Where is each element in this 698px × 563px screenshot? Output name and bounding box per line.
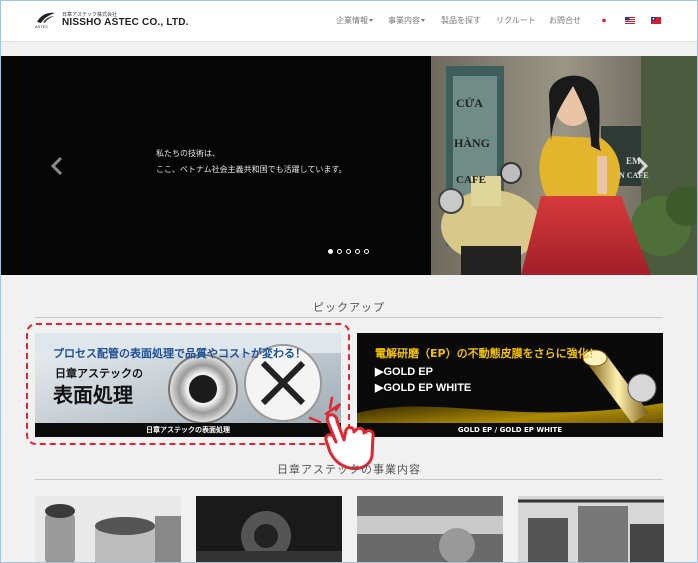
business-card-logistics[interactable] (518, 496, 664, 562)
company-logo[interactable]: ASTEC 日章アステック株式会社 NISSHO ASTEC CO., LTD. (35, 10, 188, 32)
business-card-image (196, 496, 342, 562)
business-card-inspection[interactable] (357, 496, 503, 562)
carousel-dot[interactable] (346, 249, 351, 254)
hero-caption-line: 私たちの技術は、 (156, 149, 220, 158)
business-card-image (35, 496, 181, 562)
japan-flag-icon[interactable] (599, 17, 609, 24)
hero-sign-text: CAFE (456, 174, 486, 186)
browser-viewport: ASTEC 日章アステック株式会社 NISSHO ASTEC CO., LTD.… (0, 0, 698, 563)
nav-item-company-info[interactable]: 企業情報 (336, 15, 373, 26)
banner-caption: GOLD EP / GOLD EP WHITE (357, 423, 663, 437)
banner-line-text: GOLD EP WHITE (383, 382, 472, 394)
hero-sign-text: CỬA (456, 96, 483, 110)
hero-sign-text: HÀNG (454, 136, 490, 150)
nav-item-business[interactable]: 事業内容 (388, 15, 425, 26)
banner-line: ▶GOLD EP (375, 366, 433, 378)
banner-caption: 日章アステックの表面処理 (35, 423, 341, 437)
logo-mark-text: ASTEC (35, 24, 49, 29)
banner-headline: プロセス配管の表面処理で品質やコストが変わる！ (53, 347, 306, 360)
carousel-prev-icon[interactable] (50, 156, 64, 176)
carousel-dot-active[interactable] (328, 249, 333, 254)
carousel-dot[interactable] (355, 249, 360, 254)
taiwan-flag-icon[interactable] (651, 17, 661, 24)
surface-treatment-banner[interactable]: プロセス配管の表面処理で品質やコストが変わる！ 日章アステックの 表面処理 日章… (35, 333, 341, 437)
business-card-image (357, 496, 503, 562)
nav-label: 企業情報 (336, 16, 368, 25)
hero-carousel: CỬA HÀNG CAFE EM N CAFE 私たちの技術は、 ここ、ベトナム… (1, 56, 697, 275)
hero-caption: 私たちの技術は、 ここ、ベトナム社会主義共和国でも活躍しています。 (156, 146, 347, 178)
business-card-pipes[interactable] (35, 496, 181, 562)
carousel-next-icon[interactable] (635, 156, 649, 176)
nav-item-recruit[interactable]: リクルート (496, 15, 536, 26)
nav-label: 事業内容 (388, 16, 420, 25)
pointing-hand-icon (308, 396, 375, 470)
business-section-title: 日章アステックの事業内容 (277, 463, 421, 476)
banner-line-text: GOLD EP (383, 366, 433, 378)
hero-caption-line: ここ、ベトナム社会主義共和国でも活躍しています。 (156, 165, 347, 174)
usa-flag-icon[interactable] (625, 17, 635, 24)
gold-ep-banner[interactable]: 電解研磨（EP）の不動態皮膜をさらに強化！ ▶GOLD EP ▶GOLD EP … (357, 333, 663, 437)
business-card-image (518, 496, 664, 562)
hero-photo (1, 56, 697, 275)
business-card-machinery[interactable] (196, 496, 342, 562)
carousel-dot[interactable] (337, 249, 342, 254)
chevron-down-icon (421, 19, 425, 22)
banner-line: ▶GOLD EP WHITE (375, 382, 472, 394)
nav-item-contact[interactable]: お問合せ (549, 15, 581, 26)
section-divider (35, 317, 663, 318)
banner-headline: 電解研磨（EP）の不動態皮膜をさらに強化！ (375, 347, 600, 360)
site-header: ASTEC 日章アステック株式会社 NISSHO ASTEC CO., LTD.… (1, 1, 697, 42)
pickup-section-title: ピックアップ (313, 301, 385, 314)
logo-company-english: NISSHO ASTEC CO., LTD. (62, 17, 189, 28)
banner-main-title: 表面処理 (53, 383, 133, 407)
nav-item-products[interactable]: 製品を探す (441, 15, 481, 26)
chevron-down-icon (369, 19, 373, 22)
carousel-dot[interactable] (364, 249, 369, 254)
section-divider (35, 479, 663, 480)
